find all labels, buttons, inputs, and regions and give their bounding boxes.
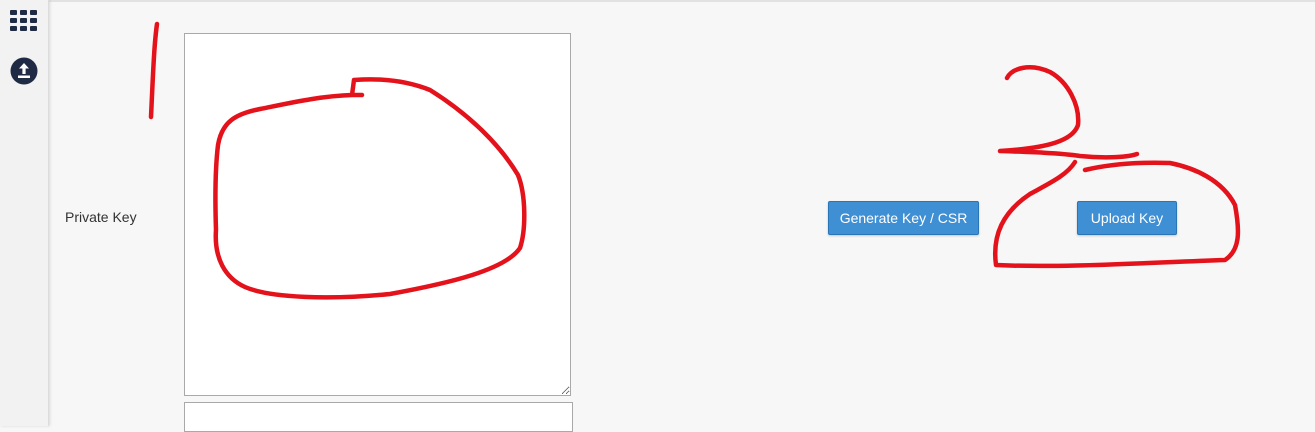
secondary-text-field[interactable]: [184, 402, 573, 432]
grid-icon: [10, 10, 37, 31]
upload-icon: [10, 57, 38, 85]
upload-button[interactable]: [8, 55, 40, 87]
apps-grid-button[interactable]: [8, 5, 40, 37]
private-key-textarea[interactable]: [184, 33, 571, 396]
private-key-label: Private Key: [65, 209, 137, 225]
generate-key-csr-button[interactable]: Generate Key / CSR: [828, 201, 979, 235]
upload-key-button[interactable]: Upload Key: [1077, 201, 1177, 235]
sidebar: [0, 0, 49, 426]
main-content: Private Key Generate Key / CSR Upload Ke…: [49, 2, 1315, 432]
